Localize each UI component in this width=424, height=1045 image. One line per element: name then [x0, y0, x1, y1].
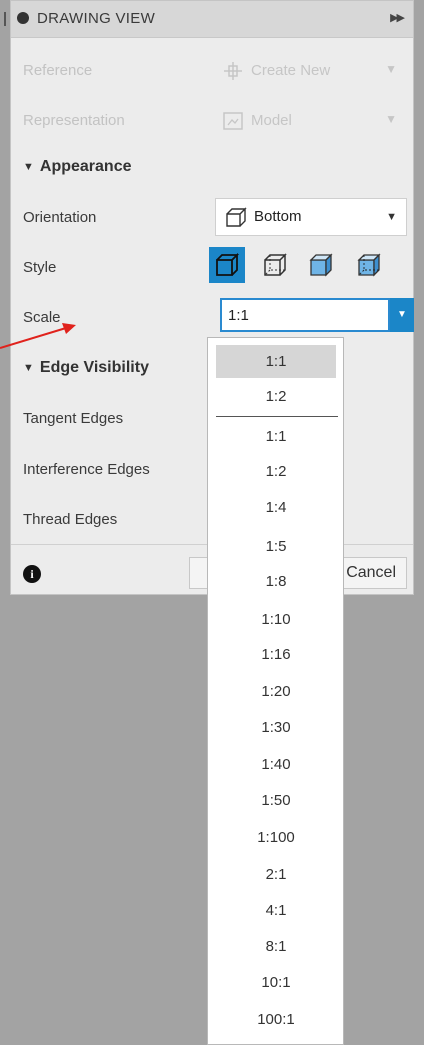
- chevron-down-icon: ▼: [386, 211, 397, 223]
- annotation-arrow: [0, 323, 76, 349]
- reference-value: Create New: [251, 62, 331, 79]
- orientation-value: Bottom: [254, 208, 302, 225]
- collapse-triangle-icon: ▼: [23, 161, 34, 173]
- scale-option[interactable]: 1:20: [216, 675, 336, 708]
- chevron-down-icon: ▼: [385, 112, 397, 126]
- cancel-button-label: Cancel: [346, 564, 396, 581]
- shaded-hidden-edges-icon: [357, 253, 381, 277]
- scale-option[interactable]: 1:10: [216, 603, 336, 636]
- create-new-icon: [221, 60, 245, 86]
- appearance-section-header[interactable]: ▼ Appearance: [23, 158, 131, 176]
- style-label: Style: [23, 259, 57, 276]
- shaded-icon: [309, 253, 333, 277]
- expand-panel-icon[interactable]: ▶▶: [390, 11, 405, 24]
- appearance-section-title: Appearance: [39, 158, 132, 175]
- representation-select: Model ▼: [215, 106, 405, 136]
- orientation-label: Orientation: [23, 209, 97, 226]
- reference-label: Reference: [23, 62, 93, 79]
- scale-dropdown-list: 1:1 1:2 1:1 1:2 1:4 1:5 1:8 1:10 1:16 1:…: [207, 337, 344, 1045]
- style-visible-edges-button[interactable]: [209, 247, 245, 283]
- scale-option[interactable]: 8:1: [216, 930, 336, 963]
- dropdown-separator: [216, 416, 338, 417]
- edge-visibility-section-title: Edge Visibility: [39, 359, 149, 376]
- scale-option[interactable]: 1:16: [216, 638, 336, 671]
- orientation-select[interactable]: Bottom ▼: [215, 198, 407, 236]
- scale-option[interactable]: 1:1: [216, 420, 336, 453]
- scale-option[interactable]: 1:4: [216, 491, 336, 524]
- style-shaded-button[interactable]: [303, 247, 339, 283]
- scale-option[interactable]: 2:1: [216, 858, 336, 891]
- scale-recent-option[interactable]: 1:1: [216, 345, 336, 378]
- scale-option[interactable]: 100:1: [216, 1003, 336, 1036]
- scale-combobox[interactable]: [220, 298, 392, 332]
- interference-edges-label: Interference Edges: [23, 461, 150, 478]
- reference-select: Create New ▼: [215, 56, 405, 86]
- representation-label: Representation: [23, 112, 125, 129]
- edge-visibility-section-header[interactable]: ▼ Edge Visibility: [23, 359, 149, 377]
- tangent-edges-label: Tangent Edges: [23, 410, 124, 427]
- style-shaded-hidden-button[interactable]: [351, 247, 387, 283]
- scale-option[interactable]: 1:5: [216, 530, 336, 563]
- scale-option[interactable]: 1:100: [216, 821, 336, 854]
- command-dot-icon: [17, 12, 29, 24]
- info-icon[interactable]: i: [23, 565, 41, 583]
- thread-edges-label: Thread Edges: [23, 511, 118, 528]
- scale-option[interactable]: 4:1: [216, 894, 336, 927]
- visible-edges-icon: [216, 252, 240, 276]
- drag-grip-icon[interactable]: [4, 12, 6, 26]
- scale-option[interactable]: 1:8: [216, 565, 336, 598]
- scale-dropdown-button[interactable]: ▼: [390, 298, 414, 332]
- panel-title: DRAWING VIEW: [37, 10, 156, 27]
- representation-value: Model: [251, 112, 292, 129]
- cube-outline-icon: [224, 206, 248, 233]
- panel-titlebar[interactable]: DRAWING VIEW ▶▶: [4, 1, 413, 38]
- model-icon: [221, 110, 245, 136]
- scale-option[interactable]: 1:50: [216, 784, 336, 817]
- style-hidden-edges-button[interactable]: [257, 247, 293, 283]
- scale-option[interactable]: 10:1: [216, 966, 336, 999]
- chevron-down-icon: ▼: [385, 62, 397, 76]
- scale-option[interactable]: 1:40: [216, 748, 336, 781]
- scale-option[interactable]: 1:30: [216, 711, 336, 744]
- chevron-down-icon: ▼: [397, 309, 407, 320]
- scale-input[interactable]: [224, 302, 392, 328]
- scale-option[interactable]: 1:2: [216, 455, 336, 488]
- hidden-edges-icon: [264, 253, 287, 276]
- scale-recent-option[interactable]: 1:2: [216, 380, 336, 413]
- collapse-triangle-icon: ▼: [23, 362, 34, 374]
